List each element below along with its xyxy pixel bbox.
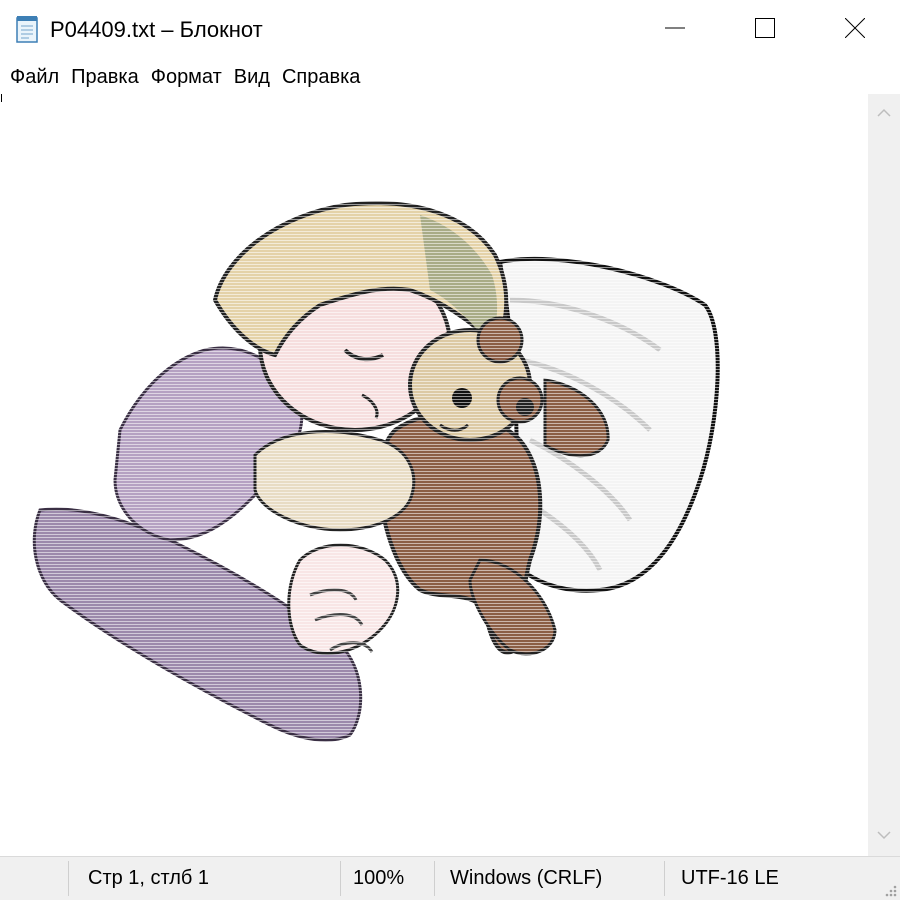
- maximize-icon: [755, 17, 775, 43]
- minimize-button[interactable]: [630, 0, 720, 60]
- status-divider: [434, 861, 435, 896]
- zoom-level: 100%: [353, 867, 405, 889]
- encoding: UTF-16 LE: [681, 867, 779, 889]
- title-bar[interactable]: P04409.txt – Блокнот: [0, 0, 900, 60]
- scroll-up-button[interactable]: [868, 100, 900, 128]
- notepad-icon: [14, 15, 40, 43]
- menu-file[interactable]: Файл: [6, 62, 67, 92]
- status-divider: [340, 861, 341, 896]
- menu-help[interactable]: Справка: [278, 62, 368, 92]
- window-title: P04409.txt – Блокнот: [50, 17, 263, 42]
- status-divider: [68, 861, 69, 896]
- close-icon: [844, 17, 866, 43]
- scroll-down-button[interactable]: [868, 822, 900, 850]
- status-divider: [664, 861, 665, 896]
- menu-bar: Файл Правка Формат Вид Справка: [0, 60, 900, 94]
- maximize-button[interactable]: [720, 0, 810, 60]
- line-endings: Windows (CRLF): [450, 867, 603, 889]
- text-caret: [1, 94, 2, 102]
- chevron-up-icon: [877, 105, 891, 123]
- cursor-position: Стр 1, стлб 1: [88, 867, 210, 889]
- minimize-icon: [665, 18, 685, 43]
- menu-edit[interactable]: Правка: [67, 62, 147, 92]
- child-with-teddy-bear-illustration: [20, 200, 740, 760]
- vertical-scrollbar[interactable]: [868, 94, 900, 856]
- menu-format[interactable]: Формат: [147, 62, 230, 92]
- resize-grip-icon[interactable]: [882, 882, 898, 898]
- menu-view[interactable]: Вид: [230, 62, 278, 92]
- close-button[interactable]: [810, 0, 900, 60]
- chevron-down-icon: [877, 827, 891, 845]
- status-bar: Стр 1, стлб 1 100% Windows (CRLF) UTF-16…: [0, 856, 900, 900]
- text-editor-area[interactable]: [0, 94, 868, 856]
